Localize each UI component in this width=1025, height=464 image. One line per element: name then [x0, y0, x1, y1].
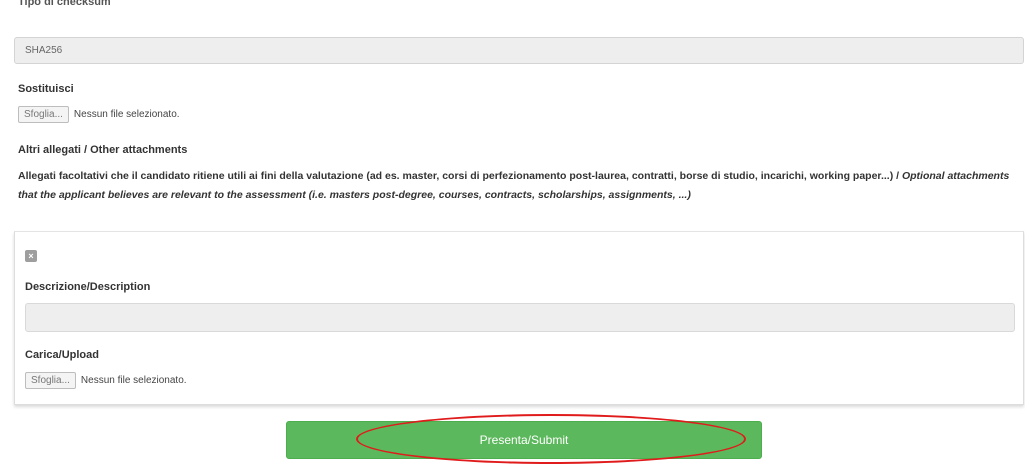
checksum-field: SHA256	[14, 37, 1024, 64]
attachments-heading: Altri allegati / Other attachments	[18, 144, 188, 156]
replace-label: Sostituisci	[18, 83, 74, 95]
attachments-description-it: Allegati facoltativi che il candidato ri…	[18, 170, 902, 182]
description-input[interactable]	[25, 303, 1015, 332]
upload-browse-button[interactable]: Sfoglia...	[25, 372, 76, 389]
replace-file-status: Nessun file selezionato.	[73, 109, 180, 120]
x-icon[interactable]: ×	[25, 250, 37, 262]
upload-label: Carica/Upload	[25, 349, 99, 361]
replace-browse-button[interactable]: Sfoglia...	[18, 106, 69, 123]
description-label: Descrizione/Description	[25, 281, 151, 293]
checksum-value: SHA256	[25, 45, 63, 56]
submit-label: Presenta/Submit	[479, 433, 569, 447]
checksum-label: Tipo di checksum	[18, 0, 111, 8]
upload-file-status: Nessun file selezionato.	[80, 375, 187, 386]
attachments-description: Allegati facoltativi che il candidato ri…	[18, 167, 1020, 205]
upload-file-input[interactable]: Sfoglia... Nessun file selezionato.	[25, 372, 187, 389]
replace-file-input[interactable]: Sfoglia... Nessun file selezionato.	[18, 106, 180, 123]
submit-button[interactable]: Presenta/Submit	[286, 421, 762, 459]
attachment-panel: × Descrizione/Description Carica/Upload …	[14, 231, 1024, 405]
